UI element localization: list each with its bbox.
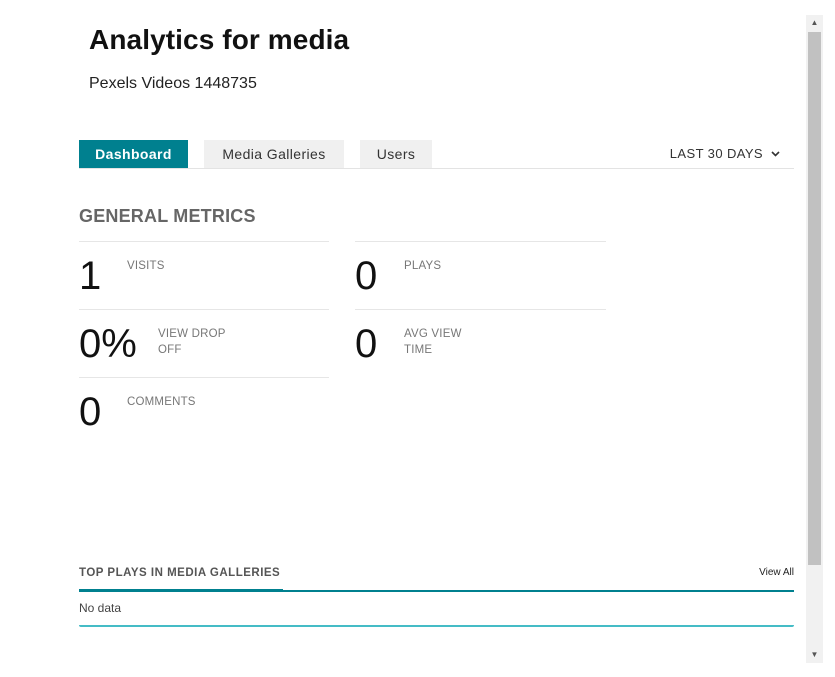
metric-plays-label: PLAYS <box>404 260 442 272</box>
tab-dashboard[interactable]: Dashboard <box>79 140 188 168</box>
chevron-down-icon <box>771 141 780 169</box>
metric-plays-value: 0 <box>355 254 378 298</box>
empty-state-text: No data <box>79 601 122 615</box>
metric-visits-value: 1 <box>79 254 102 298</box>
top-plays-title[interactable]: TOP PLAYS IN MEDIA GALLERIES <box>79 567 280 585</box>
scroll-up-arrow-icon[interactable]: ▲ <box>806 15 823 31</box>
metric-visits: 1 VISITS <box>79 241 329 309</box>
metric-avg-view-time-label: AVG VIEW TIME <box>404 328 462 356</box>
view-all-link[interactable]: View All <box>759 567 794 578</box>
analytics-page: Analytics for media Pexels Videos 144873… <box>0 0 806 677</box>
top-plays-header: TOP PLAYS IN MEDIA GALLERIES View All <box>79 565 794 592</box>
media-name: Pexels Videos 1448735 <box>89 75 257 92</box>
tab-bar: Dashboard Media Galleries Users LAST 30 … <box>79 140 794 169</box>
tab-media-galleries[interactable]: Media Galleries <box>204 140 344 168</box>
metric-visits-label: VISITS <box>127 260 165 272</box>
metric-view-drop-off-label: VIEW DROP OFF <box>158 328 226 356</box>
date-range-label: LAST 30 DAYS <box>669 146 763 161</box>
top-plays-panel: TOP PLAYS IN MEDIA GALLERIES View All No… <box>79 565 794 627</box>
scroll-down-arrow-icon[interactable]: ▼ <box>806 647 823 663</box>
top-plays-body: No data <box>79 592 794 627</box>
scrollbar-thumb[interactable] <box>808 32 821 565</box>
metric-avg-view-time-value: 0 <box>355 322 378 366</box>
page-title: Analytics for media <box>89 24 350 55</box>
date-range-dropdown[interactable]: LAST 30 DAYS <box>670 140 780 168</box>
general-metrics-heading: GENERAL METRICS <box>79 206 256 226</box>
metric-view-drop-off: 0% VIEW DROP OFF <box>79 309 329 377</box>
vertical-scrollbar[interactable]: ▲ ▼ <box>806 15 823 663</box>
metric-plays: 0 PLAYS <box>355 241 606 309</box>
metric-avg-view-time: 0 AVG VIEW TIME <box>355 309 606 377</box>
tab-users[interactable]: Users <box>360 140 432 168</box>
metric-comments: 0 COMMENTS <box>79 377 329 445</box>
metric-comments-value: 0 <box>79 390 102 434</box>
metric-view-drop-off-value: 0% <box>79 322 137 366</box>
metric-comments-label: COMMENTS <box>127 396 196 408</box>
